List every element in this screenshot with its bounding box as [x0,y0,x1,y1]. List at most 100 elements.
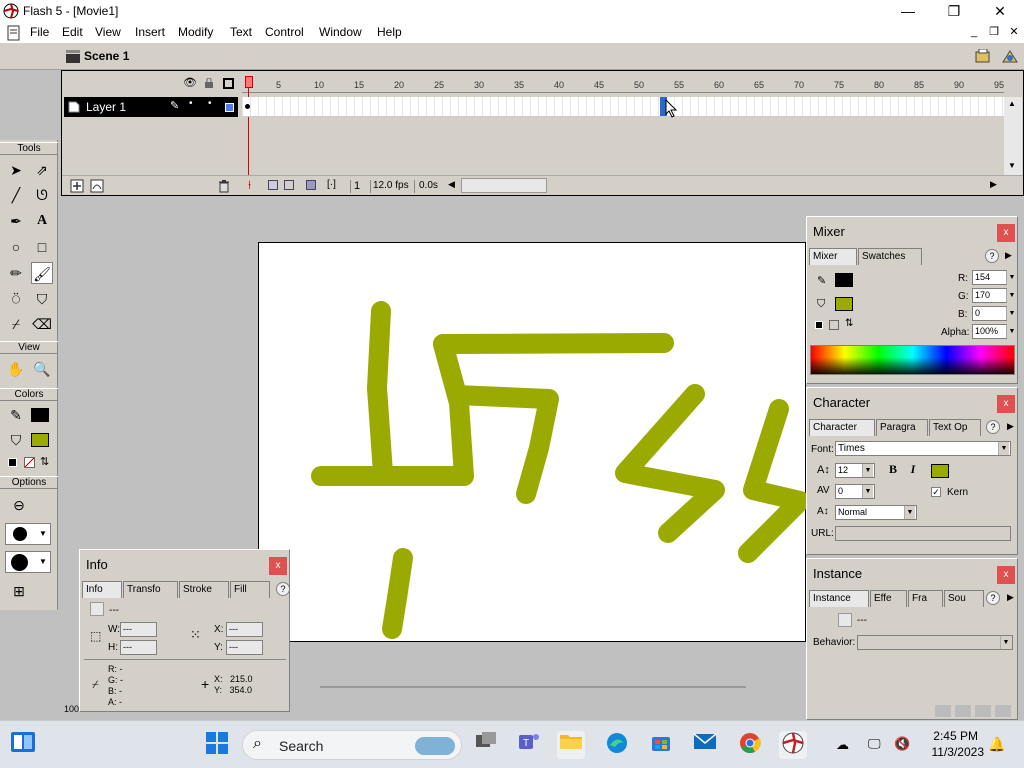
minimize-icon[interactable]: — [885,0,931,22]
mixer-fill-swatch[interactable] [835,297,853,311]
menu-help[interactable]: Help [377,25,402,39]
stage-hscroll-track[interactable] [320,686,746,688]
no-color-icon[interactable] [24,457,35,468]
paint-bucket-icon[interactable]: ⛉ [31,288,53,310]
color-spectrum[interactable] [810,345,1015,375]
file-explorer-icon[interactable] [557,731,585,759]
pen-tool-icon[interactable]: ✒ [5,210,27,232]
brush-size-dropdown[interactable]: ▼ [5,523,51,545]
pencil-tool-icon[interactable]: ✏ [5,262,27,284]
mixer-close-icon[interactable]: x [997,224,1015,242]
edit-symbols-icon[interactable] [975,49,991,64]
panel-menu-icon[interactable]: ▶ [1007,592,1014,603]
text-tool-icon[interactable]: A [31,210,53,232]
child-close-icon[interactable]: ✕ [1006,26,1022,39]
clock-time[interactable]: 2:45 PM [932,729,978,743]
mail-icon[interactable] [691,731,719,759]
italic-button[interactable]: I [905,462,921,479]
alpha-dropdown-icon[interactable]: ▼ [1006,325,1017,338]
character-close-icon[interactable]: x [997,395,1015,413]
launcher-icon[interactable] [935,705,951,717]
tab-fill[interactable]: Fill [230,581,270,598]
help-icon[interactable]: ? [276,582,290,596]
timeline-hscroll-thumb[interactable] [461,178,547,193]
help-icon[interactable]: ? [985,249,999,263]
tracking-dropdown-icon[interactable]: ▼ [862,485,873,498]
visibility-dot[interactable]: • [189,98,193,109]
notifications-icon[interactable]: 🔔 [988,736,1005,753]
chrome-icon[interactable] [736,731,764,759]
hand-tool-icon[interactable]: ✋ [5,358,27,380]
b-dropdown-icon[interactable]: ▼ [1006,307,1017,320]
g-dropdown-icon[interactable]: ▼ [1006,289,1017,302]
onedrive-icon[interactable]: ☁ [836,737,849,753]
text-color-swatch[interactable] [931,464,949,478]
volume-mute-icon[interactable]: 🔇 [894,736,910,752]
start-icon[interactable] [203,731,231,759]
store-icon[interactable] [647,731,675,759]
rectangle-tool-icon[interactable]: □ [31,236,53,258]
clock-date[interactable]: 11/3/2023 [924,745,985,759]
launcher-icon[interactable] [995,705,1011,717]
tab-text-options[interactable]: Text Op [929,419,981,436]
launcher-icon[interactable] [975,705,991,717]
outline-icon[interactable] [223,78,234,89]
menu-text[interactable]: Text [230,25,252,39]
brush-tool-icon[interactable]: 🖌 [31,262,53,284]
mixer-default-colors-icon[interactable] [815,321,823,329]
tab-effect[interactable]: Effe [870,590,907,607]
playhead[interactable] [245,76,253,88]
edit-multiple-frames-icon[interactable] [306,180,316,190]
onion-skin-icon[interactable] [268,180,278,190]
oval-tool-icon[interactable]: ○ [5,236,27,258]
zoom-tool-icon[interactable]: 🔍 [31,358,53,380]
scroll-left-icon[interactable]: ◀ [448,179,455,190]
tab-swatches[interactable]: Swatches [858,248,922,265]
arrow-tool-icon[interactable]: ➤ [5,159,27,181]
line-tool-icon[interactable]: ╱ [5,184,27,206]
subselect-tool-icon[interactable]: ⇗ [31,159,53,181]
h-field[interactable]: --- [120,640,157,655]
outline-color-swatch[interactable] [225,103,234,112]
tab-transform[interactable]: Transfo [123,581,178,598]
menu-window[interactable]: Window [319,25,362,39]
edge-icon[interactable] [603,731,631,759]
menu-file[interactable]: File [30,25,49,39]
menu-control[interactable]: Control [265,25,304,39]
child-restore-icon[interactable]: ❐ [986,26,1002,39]
dropper-tool-icon[interactable]: ⌿ [5,313,27,335]
help-icon[interactable]: ? [986,591,1000,605]
font-size-dropdown-icon[interactable]: ▼ [862,464,873,477]
y-field[interactable]: --- [226,640,263,655]
swap-colors-icon[interactable]: ⇅ [40,455,49,468]
tab-frame[interactable]: Fra [908,590,943,607]
behavior-dropdown-icon[interactable]: ▼ [1000,636,1011,649]
onion-outline-icon[interactable] [284,180,294,190]
tab-character[interactable]: Character [809,419,875,436]
url-field[interactable] [835,526,1011,541]
brush-mode-icon[interactable]: ⊖ [8,494,30,516]
bold-button[interactable]: B [885,462,901,479]
eye-icon[interactable]: 👁 [183,76,197,89]
b-field[interactable]: 0 [972,306,1007,321]
tab-info[interactable]: Info [82,581,122,598]
teams-icon[interactable]: T [515,731,543,759]
menu-edit[interactable]: Edit [62,25,83,39]
mixer-stroke-swatch[interactable] [835,273,853,287]
behavior-select[interactable] [857,635,1013,650]
alpha-field[interactable]: 100% [972,324,1007,339]
r-field[interactable]: 154 [972,270,1007,285]
x-field[interactable]: --- [226,622,263,637]
baseline-dropdown-icon[interactable]: ▼ [904,506,915,519]
panel-menu-icon[interactable]: ▶ [1007,421,1014,432]
info-close-icon[interactable]: x [269,557,287,575]
menu-view[interactable]: View [95,25,121,39]
w-field[interactable]: --- [120,622,157,637]
flash-taskbar-icon[interactable] [779,731,807,759]
fill-color-swatch[interactable] [31,433,49,447]
modify-onion-markers-icon[interactable]: [·] [327,179,336,190]
stage-canvas[interactable] [258,242,807,642]
frame-cells[interactable] [242,97,1004,117]
r-dropdown-icon[interactable]: ▼ [1006,271,1017,284]
maximize-icon[interactable]: ❐ [931,0,977,22]
